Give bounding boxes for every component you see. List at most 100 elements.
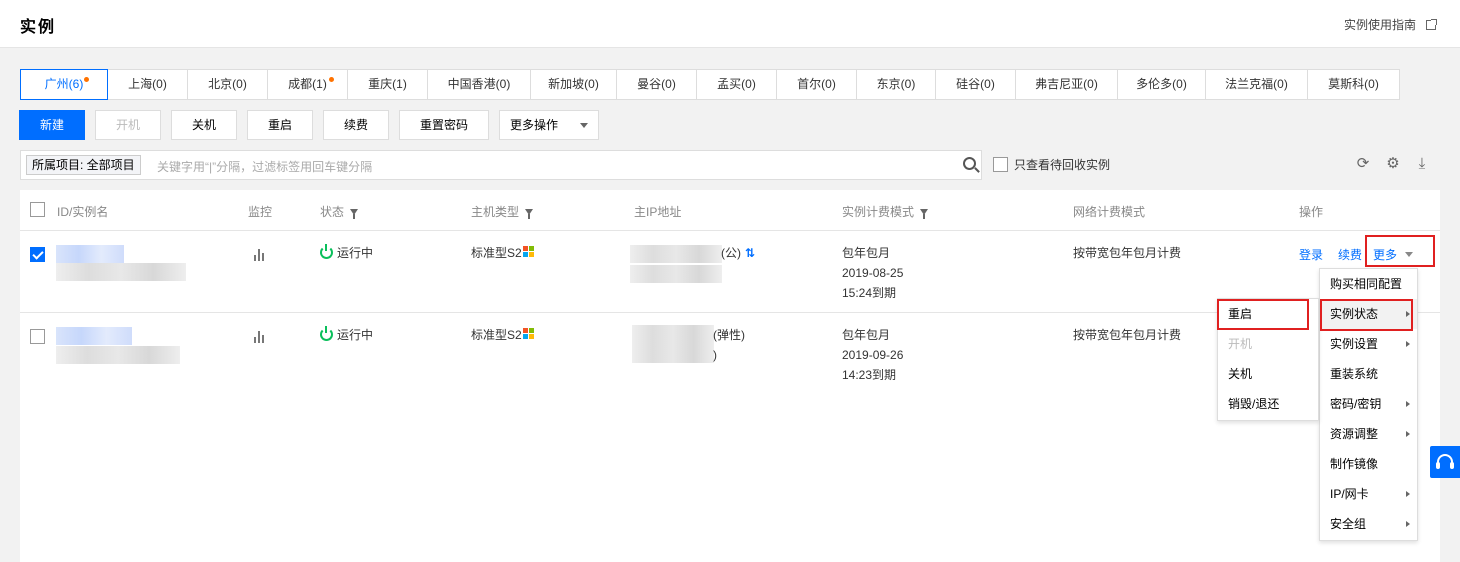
region-label: 曼谷(0) (637, 77, 676, 91)
status-text: 运行中 (337, 328, 374, 342)
download-icon[interactable]: ⤓ (1414, 156, 1430, 172)
recycle-only-checkbox[interactable]: 只查看待回收实例 (993, 156, 1110, 173)
region-tabs: 广州(6) 上海(0) 北京(0) 成都(1) 重庆(1) 中国香港(0) 新加… (20, 69, 1400, 100)
login-link[interactable]: 登录 (1299, 245, 1323, 265)
region-tab-hongkong[interactable]: 中国香港(0) (428, 69, 531, 100)
menu-item-instance-settings[interactable]: 实例设置 (1320, 329, 1417, 359)
net-billing: 按带宽包年包月计费 (1073, 328, 1182, 342)
swap-ip-icon[interactable]: ⇅ (745, 246, 755, 260)
filter-icon[interactable] (920, 209, 929, 219)
header-type[interactable]: 主机类型 (471, 203, 534, 220)
renew-link[interactable]: 续费 (1338, 245, 1362, 265)
menu-item-label: 安全组 (1330, 517, 1367, 531)
filter-icon[interactable] (525, 209, 534, 219)
region-label: 莫斯科(0) (1328, 77, 1379, 91)
region-tab-frankfurt[interactable]: 法兰克福(0) (1206, 69, 1308, 100)
instance-id-redacted[interactable] (56, 245, 124, 263)
ip-redacted (632, 325, 714, 363)
gear-icon[interactable]: ⚙ (1385, 156, 1401, 172)
region-tab-beijing[interactable]: 北京(0) (188, 69, 268, 100)
menu-item-label: 购买相同配置 (1330, 277, 1403, 291)
instance-name-redacted (56, 346, 180, 364)
row-checkbox[interactable] (30, 247, 45, 262)
header-billing-label: 实例计费模式 (842, 205, 915, 219)
new-dot-icon (329, 77, 334, 82)
filter-icon[interactable] (350, 209, 359, 219)
header-billing[interactable]: 实例计费模式 (842, 203, 929, 220)
region-tab-singapore[interactable]: 新加坡(0) (531, 69, 617, 100)
submenu-item-shutdown[interactable]: 关机 (1218, 359, 1318, 389)
new-button[interactable]: 新建 (19, 110, 85, 140)
expire-time: 14:23到期 (842, 368, 897, 382)
power-icon (320, 326, 333, 341)
power-icon (320, 244, 333, 259)
search-icon[interactable] (963, 157, 976, 170)
submenu-item-start[interactable]: 开机 (1218, 329, 1318, 359)
region-label: 东京(0) (876, 77, 916, 91)
region-tab-bangkok[interactable]: 曼谷(0) (617, 69, 697, 100)
more-actions-label: 更多操作 (510, 118, 559, 132)
instance-name-redacted (56, 263, 186, 281)
monitor-chart-icon[interactable] (254, 331, 268, 343)
guide-link-label: 实例使用指南 (1343, 18, 1416, 32)
shutdown-button[interactable]: 关机 (171, 110, 237, 140)
expire-time: 15:24到期 (842, 286, 897, 300)
region-tab-mumbai[interactable]: 孟买(0) (697, 69, 777, 100)
monitor-chart-icon[interactable] (254, 249, 268, 261)
region-tab-shanghai[interactable]: 上海(0) (108, 69, 188, 100)
expire-date: 2019-09-26 (842, 348, 904, 362)
status-running: 运行中 (320, 243, 373, 263)
ip-type-text-2: ) (713, 348, 717, 362)
region-tab-chongqing[interactable]: 重庆(1) (348, 69, 428, 100)
more-actions-dropdown[interactable]: 更多操作 (499, 110, 599, 140)
start-button[interactable]: 开机 (95, 110, 161, 140)
region-tab-chengdu[interactable]: 成都(1) (268, 69, 348, 100)
checkbox[interactable] (993, 157, 1008, 172)
billing-mode: 包年包月 2019-08-25 15:24到期 (842, 243, 903, 303)
header-status[interactable]: 状态 (320, 203, 359, 220)
region-label: 法兰克福(0) (1225, 77, 1288, 91)
status-running: 运行中 (320, 325, 373, 345)
region-tab-moscow[interactable]: 莫斯科(0) (1308, 69, 1400, 100)
reset-password-button[interactable]: 重置密码 (399, 110, 489, 140)
menu-item-security-group[interactable]: 安全组 (1320, 509, 1417, 539)
row-checkbox[interactable] (30, 329, 45, 344)
table-header: ID/实例名 监控 状态 主机类型 主IP地址 实例计费模式 网络计费模式 操作 (20, 190, 1440, 231)
menu-item-buy-same[interactable]: 购买相同配置 (1320, 269, 1417, 299)
region-label: 北京(0) (208, 77, 247, 91)
region-label: 新加坡(0) (548, 77, 599, 91)
page-title: 实例 (20, 19, 57, 36)
instance-id-redacted[interactable] (56, 327, 132, 345)
region-tab-virginia[interactable]: 弗吉尼亚(0) (1016, 69, 1118, 100)
submenu-item-destroy[interactable]: 销毁/退还 (1218, 389, 1318, 419)
ip-type: (公) ⇅ (721, 243, 755, 263)
menu-item-label: 开机 (1228, 337, 1253, 351)
region-tab-toronto[interactable]: 多伦多(0) (1118, 69, 1206, 100)
support-headset-button[interactable] (1430, 446, 1460, 478)
highlight-restart (1217, 299, 1309, 330)
region-label: 中国香港(0) (447, 77, 511, 91)
guide-link[interactable]: 实例使用指南 (1343, 16, 1437, 33)
refresh-icon[interactable]: ⟳ (1355, 156, 1371, 172)
chevron-right-icon (1406, 521, 1410, 527)
renew-button[interactable]: 续费 (323, 110, 389, 140)
search-input[interactable]: 所属项目: 全部项目 关键字用“|”分隔，过滤标签用回车键分隔 (20, 150, 982, 180)
menu-item-label: IP/网卡 (1330, 487, 1369, 501)
select-all-checkbox[interactable] (30, 202, 45, 217)
region-tab-seoul[interactable]: 首尔(0) (777, 69, 857, 100)
region-tab-guangzhou[interactable]: 广州(6) (20, 69, 108, 100)
host-type: 标准型S2 (471, 325, 534, 345)
menu-item-resize[interactable]: 资源调整 (1320, 419, 1417, 449)
menu-item-reinstall[interactable]: 重装系统 (1320, 359, 1417, 389)
project-filter-tag[interactable]: 所属项目: 全部项目 (26, 155, 141, 175)
region-tab-siliconvalley[interactable]: 硅谷(0) (936, 69, 1016, 100)
header-type-label: 主机类型 (471, 205, 520, 219)
chevron-right-icon (1406, 401, 1410, 407)
billing-mode: 包年包月 2019-09-26 14:23到期 (842, 325, 903, 385)
region-tab-tokyo[interactable]: 东京(0) (857, 69, 936, 100)
menu-item-password-key[interactable]: 密码/密钥 (1320, 389, 1417, 419)
menu-item-label: 实例设置 (1330, 337, 1379, 351)
restart-button[interactable]: 重启 (247, 110, 313, 140)
menu-item-create-image[interactable]: 制作镜像 (1320, 449, 1417, 479)
menu-item-ip-nic[interactable]: IP/网卡 (1320, 479, 1417, 509)
